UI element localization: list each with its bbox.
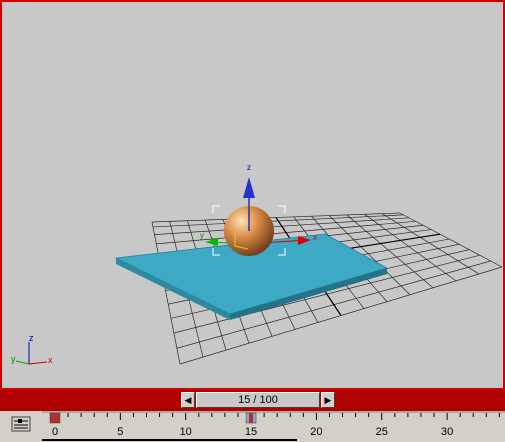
time-slider-bar: ◀ 15 / 100 ▶ — [0, 390, 505, 411]
gizmo-y-label: y — [200, 231, 204, 240]
perspective-viewport[interactable]: z x y z x y — [0, 0, 505, 390]
tripod-y-label: y — [11, 354, 16, 364]
ruler-tick-labels: 0 5 10 15 20 25 30 — [52, 426, 453, 438]
track-bar: 0 5 10 15 20 25 30 — [0, 411, 505, 442]
ruler-tick-label: 15 — [245, 426, 257, 438]
left-arrow-icon: ◀ — [184, 395, 192, 405]
keyframe-marker[interactable] — [49, 412, 61, 424]
gizmo-z-arrow-icon[interactable] — [243, 177, 255, 198]
keyframe-marker[interactable] — [249, 413, 254, 423]
time-slider-label: 15 / 100 — [238, 394, 278, 406]
ruler-tick-label: 25 — [376, 426, 388, 438]
right-arrow-icon: ▶ — [324, 395, 332, 405]
ruler-tick-label: 10 — [180, 426, 192, 438]
time-previous-button[interactable]: ◀ — [181, 392, 195, 408]
gizmo-x-label: x — [313, 233, 317, 242]
ruler-tick-label: 0 — [52, 426, 58, 438]
scene-canvas[interactable]: z x y z x y — [2, 2, 503, 388]
tripod-z-label: z — [29, 333, 34, 343]
time-next-button[interactable]: ▶ — [321, 392, 335, 408]
ruler-ticks — [54, 413, 500, 420]
ruler-tick-label: 5 — [117, 426, 123, 438]
ruler-tick-label: 30 — [441, 426, 453, 438]
ruler-tick-label: 20 — [310, 426, 322, 438]
gizmo-z-label: z — [247, 163, 251, 172]
time-slider[interactable]: 15 / 100 — [196, 392, 320, 408]
track-bar-ruler[interactable]: 0 5 10 15 20 25 30 — [42, 411, 505, 442]
tripod-x-label: x — [48, 355, 53, 365]
view-axis-tripod: z x y — [11, 333, 53, 365]
track-bar-toggle-icon[interactable] — [10, 415, 32, 433]
